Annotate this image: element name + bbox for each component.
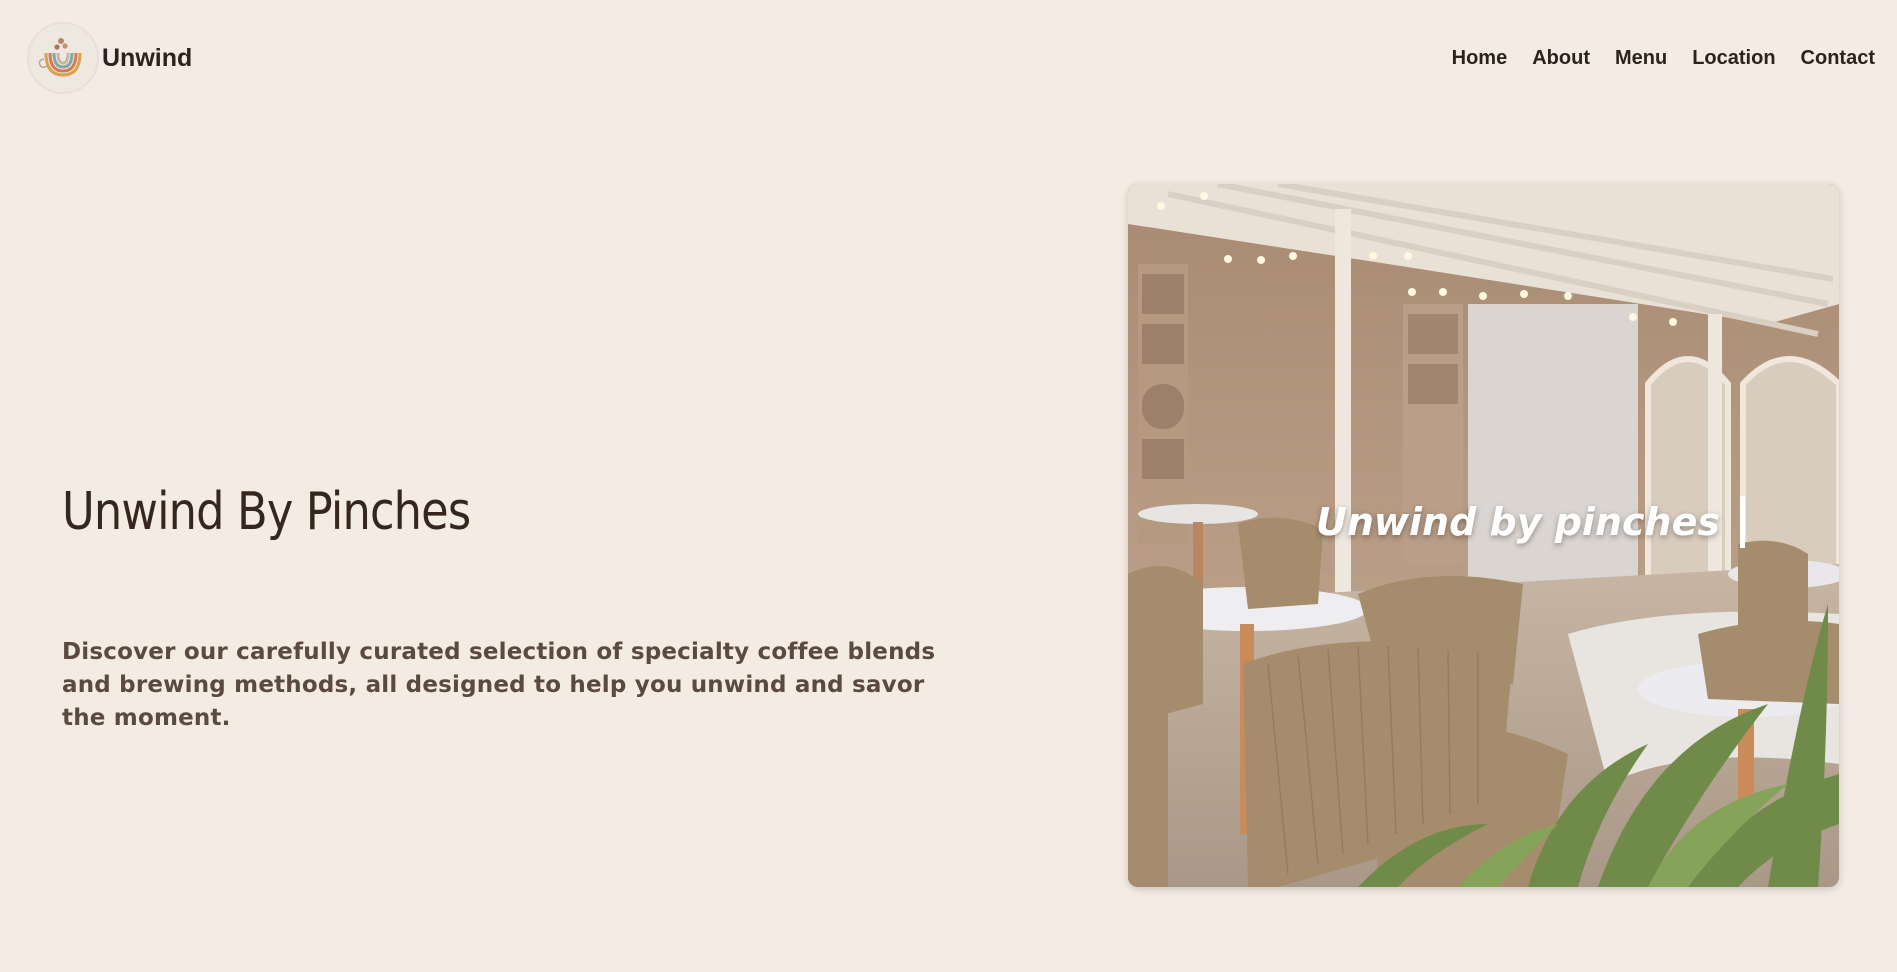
coffee-cup-rainbow-icon <box>27 22 99 94</box>
cafe-patio-image: Unwind by pinches <box>1128 184 1839 887</box>
brand-name: Unwind <box>102 43 193 72</box>
brand-link[interactable]: Unwind <box>27 22 192 94</box>
hero-title: Unwind By Pinches <box>62 482 471 542</box>
typing-cursor <box>1739 496 1745 548</box>
overlay-text: Unwind by pinches <box>1316 500 1720 544</box>
nav-link-about[interactable]: About <box>1532 47 1590 69</box>
nav-link-contact[interactable]: Contact <box>1801 47 1875 69</box>
nav-link-home[interactable]: Home <box>1452 47 1508 69</box>
hero-description: Discover our carefully curated selection… <box>62 639 936 731</box>
navbar: Unwind Home About Menu Location Contact <box>0 0 1897 116</box>
image-overlay-caption: Unwind by pinches <box>1316 496 1745 548</box>
nav-link-location[interactable]: Location <box>1692 47 1775 69</box>
nav-menu: Home About Menu Location Contact <box>1452 47 1875 70</box>
nav-link-menu[interactable]: Menu <box>1615 47 1667 69</box>
